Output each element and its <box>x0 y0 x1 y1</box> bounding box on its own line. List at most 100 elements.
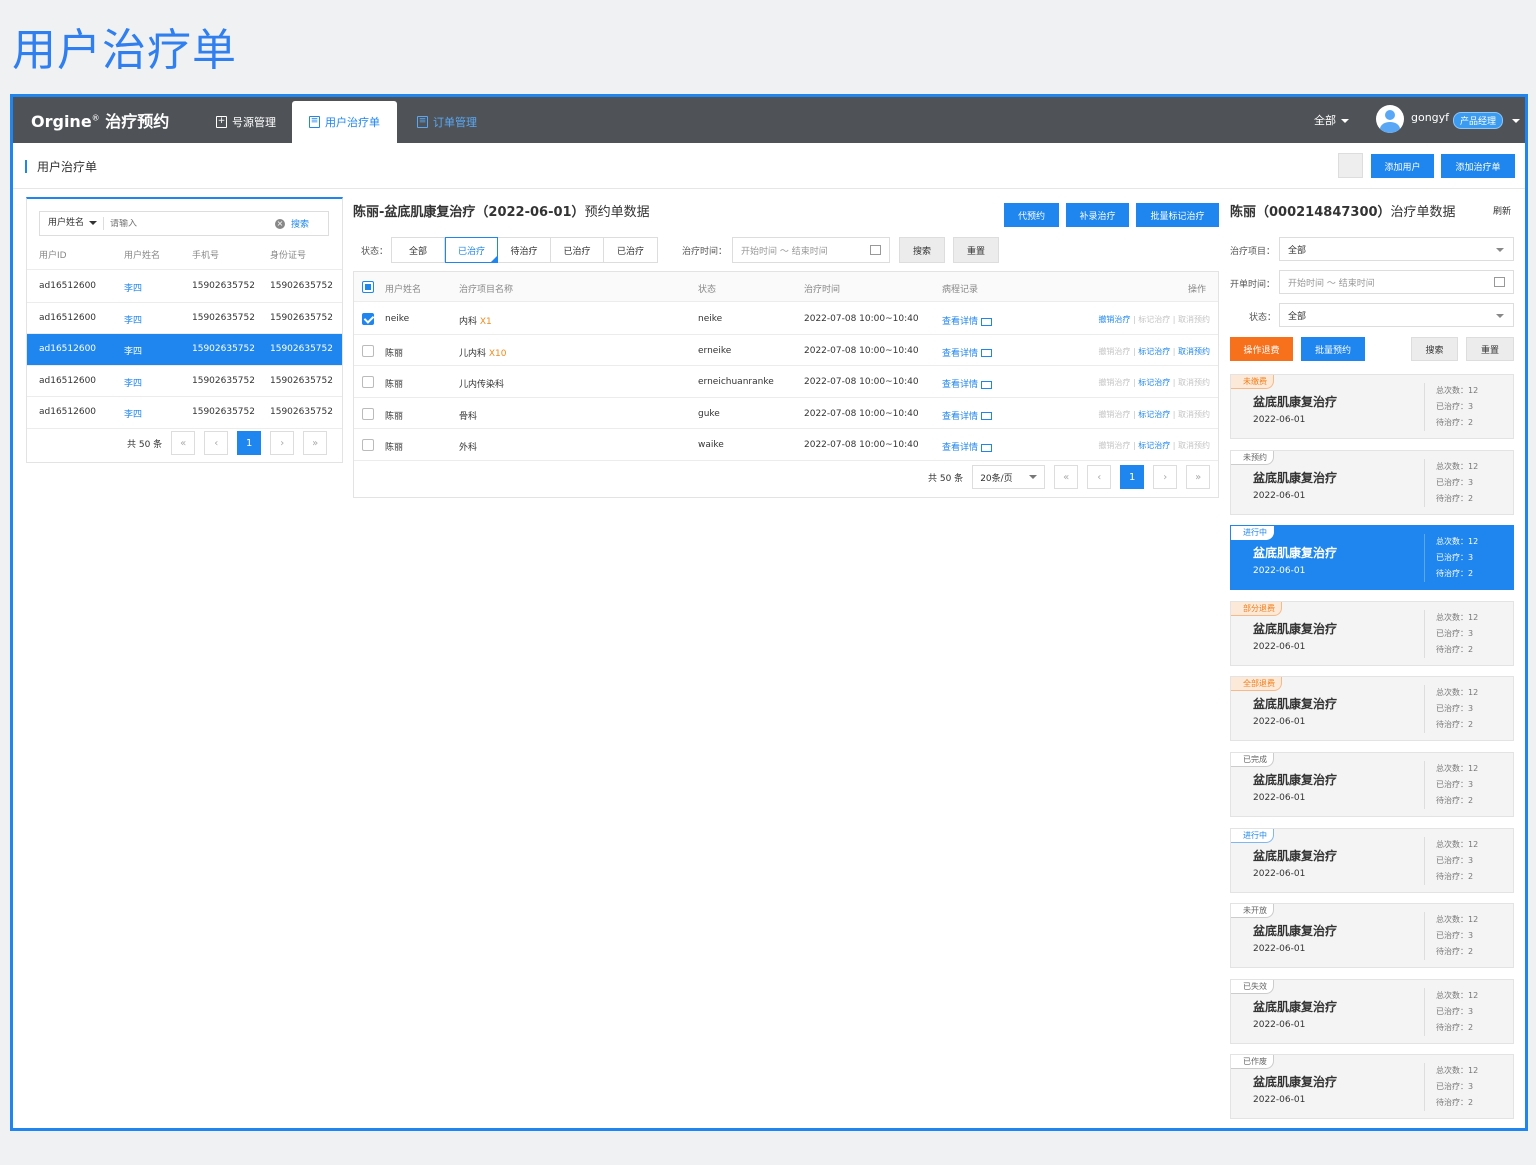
scope-dropdown[interactable]: 全部 <box>1314 112 1349 128</box>
table-row[interactable]: ad16512600 李四 15902635752 15902635752 <box>27 366 342 397</box>
treatment-order-card[interactable]: 进行中 盆底肌康复治疗 2022-06-01 总次数：12 已治疗：3 待治疗：… <box>1230 525 1514 591</box>
mark-treatment-link[interactable]: 标记治疗 <box>1138 347 1170 356</box>
mark-treatment-link[interactable]: 标记治疗 <box>1138 378 1170 387</box>
refund-button[interactable]: 操作退费 <box>1230 337 1293 361</box>
status-tab-treated-2[interactable]: 已治疗 <box>551 238 604 262</box>
mark-treatment-link[interactable]: 标记治疗 <box>1138 410 1170 419</box>
title-accent-bar <box>25 160 27 173</box>
view-detail-link[interactable]: 查看详情 <box>942 440 993 453</box>
cancel-booking-link[interactable]: 取消预约 <box>1178 410 1210 419</box>
prev-page-button[interactable]: ‹ <box>1087 465 1112 489</box>
first-page-button[interactable]: « <box>1054 465 1079 489</box>
undo-treatment-link[interactable]: 撤销治疗 <box>1098 441 1130 450</box>
order-status-tag: 已作废 <box>1231 1055 1274 1070</box>
add-user-button[interactable]: 添加用户 <box>1371 154 1434 178</box>
order-reset-button[interactable]: 重置 <box>1466 337 1514 361</box>
item-filter-select[interactable]: 全部 <box>1279 237 1514 261</box>
table-row[interactable]: ad16512600 李四 15902635752 15902635752 <box>27 334 342 366</box>
undo-treatment-link[interactable]: 撤销治疗 <box>1098 410 1130 419</box>
undo-treatment-link[interactable]: 撤销治疗 <box>1098 315 1130 324</box>
add-order-button[interactable]: 添加治疗单 <box>1441 154 1515 178</box>
select-all-checkbox[interactable] <box>362 281 374 293</box>
cancel-booking-link[interactable]: 取消预约 <box>1178 441 1210 450</box>
username[interactable]: gongyf <box>1411 111 1449 124</box>
mark-treatment-link[interactable]: 标记治疗 <box>1138 315 1170 324</box>
row-checkbox[interactable] <box>362 439 374 452</box>
batch-book-button[interactable]: 批量预约 <box>1301 337 1365 361</box>
blank-square-button[interactable] <box>1338 153 1363 178</box>
cancel-booking-link[interactable]: 取消预约 <box>1178 378 1210 387</box>
treatment-order-card[interactable]: 未开放 盆底肌康复治疗 2022-06-01 总次数：12 已治疗：3 待治疗：… <box>1230 903 1514 969</box>
filter-search-button[interactable]: 搜索 <box>899 237 945 263</box>
record-treatment-button[interactable]: 补录治疗 <box>1066 203 1129 227</box>
refresh-link[interactable]: 刷新 <box>1493 204 1511 217</box>
order-date-range[interactable]: 开始时间 ～ 结束时间 <box>1279 270 1514 294</box>
page-number-button[interactable]: 1 <box>237 431 262 455</box>
view-detail-link[interactable]: 查看详情 <box>942 314 993 327</box>
treatment-order-card[interactable]: 部分退费 盆底肌康复治疗 2022-06-01 总次数：12 已治疗：3 待治疗… <box>1230 600 1514 666</box>
cancel-booking-link[interactable]: 取消预约 <box>1178 347 1210 356</box>
batch-mark-button[interactable]: 批量标记治疗 <box>1136 203 1219 227</box>
nav-tab-schedule[interactable]: + 号源管理 <box>199 101 293 143</box>
row-checkbox[interactable] <box>362 376 374 389</box>
user-name-link[interactable]: 李四 <box>124 281 142 294</box>
view-detail-link[interactable]: 查看详情 <box>942 409 993 422</box>
row-checkbox[interactable] <box>362 313 374 325</box>
treatment-order-card[interactable]: 进行中 盆底肌康复治疗 2022-06-01 总次数：12 已治疗：3 待治疗：… <box>1230 827 1514 893</box>
page-number-button[interactable]: 1 <box>1120 465 1145 489</box>
last-page-button[interactable]: » <box>1186 465 1211 489</box>
treated-count: 已治疗：3 <box>1436 780 1474 789</box>
user-name-link[interactable]: 李四 <box>124 376 142 389</box>
treatment-order-card[interactable]: 已完成 盆底肌康复治疗 2022-06-01 总次数：12 已治疗：3 待治疗：… <box>1230 752 1514 817</box>
clear-icon[interactable]: × <box>275 218 286 229</box>
treatment-order-card[interactable]: 已失效 盆底肌康复治疗 2022-06-01 总次数：12 已治疗：3 待治疗：… <box>1230 978 1514 1044</box>
proxy-booking-button[interactable]: 代预约 <box>1004 203 1059 227</box>
undo-treatment-link[interactable]: 撤销治疗 <box>1098 347 1130 356</box>
user-menu-chevron[interactable] <box>1507 110 1520 129</box>
prev-page-button[interactable]: ‹ <box>204 431 229 455</box>
nav-tab-orders[interactable]: ≡ 订单管理 <box>400 101 494 143</box>
order-name: 盆底肌康复治疗 <box>1253 697 1338 712</box>
undo-treatment-link[interactable]: 撤销治疗 <box>1098 378 1130 387</box>
status-tab-pending[interactable]: 待治疗 <box>498 238 551 262</box>
filter-reset-button[interactable]: 重置 <box>953 237 999 263</box>
treatment-order-card[interactable]: 未预约 盆底肌康复治疗 2022-06-01 总次数：12 已治疗：3 待治疗：… <box>1230 449 1514 515</box>
next-page-button[interactable]: › <box>1153 465 1178 489</box>
order-status-tag: 已完成 <box>1231 753 1274 767</box>
table-row[interactable]: ad16512600 李四 15902635752 15902635752 <box>27 397 342 429</box>
row-checkbox[interactable] <box>362 344 374 357</box>
app-logo[interactable]: Orgine® 治疗预约 <box>31 108 169 132</box>
user-name-link[interactable]: 李四 <box>124 313 142 326</box>
last-page-button[interactable]: » <box>303 431 328 455</box>
row-checkbox[interactable] <box>362 407 374 420</box>
treatment-order-card[interactable]: 未缴费 盆底肌康复治疗 2022-06-01 总次数：12 已治疗：3 待治疗：… <box>1230 374 1514 439</box>
treatment-date-range[interactable]: 开始时间 ～ 结束时间 <box>732 237 890 263</box>
nav-tab-user-orders[interactable]: ≡ 用户治疗单 <box>292 101 397 143</box>
first-page-button[interactable]: « <box>171 431 196 455</box>
view-detail-link[interactable]: 查看详情 <box>942 346 993 359</box>
status-tab-treated[interactable]: 已治疗 <box>445 237 498 263</box>
mark-treatment-link[interactable]: 标记治疗 <box>1138 441 1170 450</box>
avatar[interactable] <box>1376 105 1404 133</box>
cancel-booking-link[interactable]: 取消预约 <box>1178 315 1210 324</box>
order-search-button[interactable]: 搜索 <box>1411 337 1458 361</box>
table-row[interactable]: ad16512600 李四 15902635752 15902635752 <box>27 303 342 334</box>
status-tab-treated-3[interactable]: 已治疗 <box>604 238 657 262</box>
user-idno: 15902635752 <box>270 344 333 354</box>
treatment-order-card[interactable]: 已作废 盆底肌康复治疗 2022-06-01 总次数：12 已治疗：3 待治疗：… <box>1230 1054 1514 1120</box>
status-tab-all[interactable]: 全部 <box>392 238 445 262</box>
treatment-order-card[interactable]: 全部退费 盆底肌康复治疗 2022-06-01 总次数：12 已治疗：3 待治疗… <box>1230 676 1514 742</box>
view-detail-link[interactable]: 查看详情 <box>942 377 993 390</box>
user-table-header: 用户ID 用户姓名 手机号 身份证号 <box>27 238 342 270</box>
page-size-select[interactable]: 20条/页 <box>972 465 1046 489</box>
next-page-button[interactable]: › <box>270 431 295 455</box>
user-search-input[interactable] <box>110 218 276 229</box>
table-row[interactable]: ad16512600 李四 15902635752 15902635752 <box>27 271 342 303</box>
user-name-link[interactable]: 李四 <box>124 344 142 357</box>
order-status-select[interactable]: 全部 <box>1279 303 1514 327</box>
user-name-link[interactable]: 李四 <box>124 407 142 420</box>
order-name: 盆底肌康复治疗 <box>1253 546 1338 561</box>
user-search-button[interactable]: 搜索 <box>291 217 309 230</box>
search-field-select[interactable]: 用户姓名 <box>40 217 105 230</box>
order-status-value: 全部 <box>1288 311 1307 322</box>
